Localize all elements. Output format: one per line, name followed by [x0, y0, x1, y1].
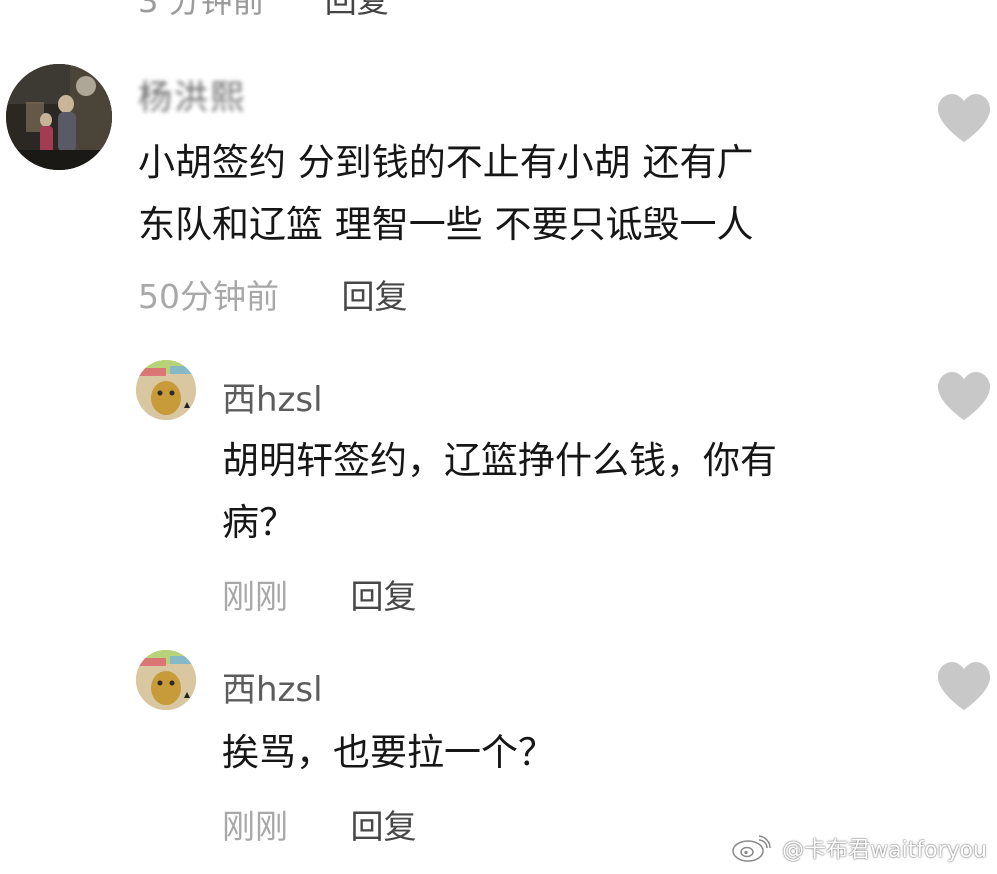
- comment-time: 3 分钟前: [138, 0, 265, 20]
- avatar-image: [136, 650, 196, 710]
- comment-text: 小胡签约 分到钱的不止有小胡 还有广 东队和辽篮 理智一些 不要只诋毁一人: [138, 141, 754, 246]
- like-heart-icon[interactable]: [936, 94, 992, 144]
- avatar-photo: [6, 64, 112, 170]
- comment-time: 50分钟前: [138, 277, 279, 316]
- username[interactable]: 杨洪熙: [138, 70, 246, 119]
- like-heart-icon[interactable]: [936, 662, 992, 712]
- avatar-image: [136, 360, 196, 420]
- watermark: @卡布君waitforyou: [731, 832, 987, 868]
- comment-meta: 刚刚 回复: [222, 570, 417, 618]
- comment-time: 刚刚: [222, 807, 288, 846]
- reply-button[interactable]: 回复: [342, 277, 408, 316]
- comment-meta: 50分钟前 回复: [138, 270, 408, 318]
- comment-meta: 刚刚 回复: [222, 800, 417, 848]
- comment-text: 挨骂，也要拉一个？: [222, 731, 555, 774]
- comment-time: 刚刚: [222, 577, 288, 616]
- username[interactable]: 西hzsl: [222, 662, 323, 711]
- like-heart-icon[interactable]: [936, 372, 992, 422]
- avatar[interactable]: [136, 360, 196, 420]
- avatar[interactable]: [6, 64, 112, 170]
- weibo-logo-icon: [731, 834, 771, 868]
- reply-button[interactable]: 回复: [351, 577, 417, 616]
- previous-comment-meta: 3 分钟前 回复: [138, 0, 389, 22]
- reply-button[interactable]: 回复: [325, 0, 389, 20]
- username[interactable]: 西hzsl: [222, 372, 323, 421]
- reply-button[interactable]: 回复: [351, 807, 417, 846]
- comment-text: 胡明轩签约，辽篮挣什么钱，你有 病？: [222, 439, 777, 544]
- avatar[interactable]: [136, 650, 196, 710]
